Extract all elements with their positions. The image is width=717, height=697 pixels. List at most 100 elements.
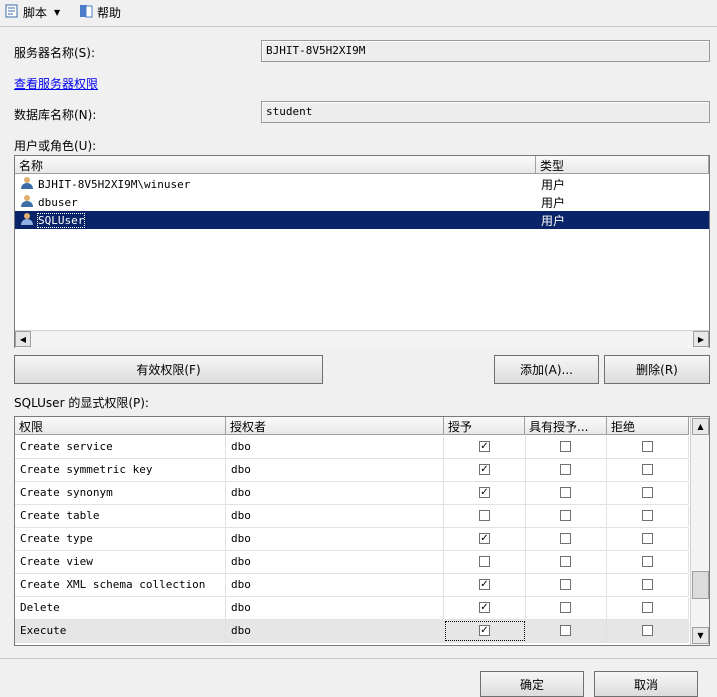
ok-button[interactable]: 确定 <box>480 671 584 697</box>
grant-checkbox[interactable]: ✓ <box>479 602 490 613</box>
permission-row[interactable]: Create XML schema collection dbo ✓ <box>15 574 689 597</box>
permission-row[interactable]: Create type dbo ✓ <box>15 528 689 551</box>
grant-cell <box>444 551 526 573</box>
column-header-grantor[interactable]: 授权者 <box>226 417 444 435</box>
column-header-type[interactable]: 类型 <box>536 156 709 174</box>
deny-checkbox[interactable] <box>642 487 653 498</box>
with-grant-checkbox[interactable] <box>560 602 571 613</box>
permission-row[interactable]: Create symmetric key dbo ✓ <box>15 459 689 482</box>
script-label: 脚本 <box>23 5 48 20</box>
grant-checkbox[interactable] <box>479 510 490 521</box>
permission-name: Create view <box>15 551 226 573</box>
scroll-up-icon[interactable]: ▲ <box>692 418 709 435</box>
permission-row[interactable]: Create service dbo ✓ <box>15 436 689 459</box>
scroll-thumb[interactable] <box>692 571 709 599</box>
deny-checkbox[interactable] <box>642 579 653 590</box>
permission-grantor: dbo <box>226 505 444 527</box>
with-grant-cell <box>525 528 607 550</box>
user-row[interactable]: dbuser 用户 <box>15 193 709 211</box>
database-name-label: 数据库名称(N): <box>14 108 97 122</box>
permission-name: Create type <box>15 528 226 550</box>
grant-cell: ✓ <box>444 574 526 596</box>
add-button[interactable]: 添加(A)... <box>494 355 599 384</box>
permission-grantor: dbo <box>226 528 444 550</box>
deny-cell <box>607 574 689 596</box>
permission-row[interactable]: Create view dbo <box>15 551 689 574</box>
permission-row[interactable]: Execute dbo ✓ <box>15 620 689 643</box>
column-header-with-grant[interactable]: 具有授予... <box>525 417 607 435</box>
column-header-deny[interactable]: 拒绝 <box>607 417 689 435</box>
grant-cell: ✓ <box>444 597 526 619</box>
vertical-scrollbar[interactable]: ▲ ▼ <box>690 417 709 645</box>
remove-button[interactable]: 删除(R) <box>604 355 710 384</box>
column-header-name[interactable]: 名称 <box>15 156 536 174</box>
with-grant-checkbox[interactable] <box>560 441 571 452</box>
horizontal-scrollbar[interactable]: ◀ ▶ <box>15 330 709 348</box>
help-button[interactable]: 帮助 <box>78 3 121 21</box>
grant-checkbox[interactable] <box>479 556 490 567</box>
grant-cell: ✓ <box>444 459 526 481</box>
with-grant-checkbox[interactable] <box>560 556 571 567</box>
cancel-button[interactable]: 取消 <box>594 671 698 697</box>
with-grant-cell <box>525 620 607 642</box>
deny-cell <box>607 597 689 619</box>
with-grant-checkbox[interactable] <box>560 625 571 636</box>
scroll-right-icon[interactable]: ▶ <box>693 331 709 347</box>
view-server-permissions-link[interactable]: 查看服务器权限 <box>14 75 98 92</box>
grant-cell: ✓ <box>444 436 526 458</box>
deny-checkbox[interactable] <box>642 510 653 521</box>
deny-cell <box>607 551 689 573</box>
with-grant-checkbox[interactable] <box>560 579 571 590</box>
permissions-grid[interactable]: 权限 授权者 授予 具有授予... 拒绝 Create service dbo ✓ C… <box>14 416 710 646</box>
deny-checkbox[interactable] <box>642 625 653 636</box>
chevron-down-icon: ▼ <box>54 7 61 17</box>
permission-name: Create synonym <box>15 482 226 504</box>
effective-permissions-button[interactable]: 有效权限(F) <box>14 355 323 384</box>
explicit-permissions-label: SQLUser 的显式权限(P): <box>14 396 149 410</box>
scroll-left-icon[interactable]: ◀ <box>15 331 31 347</box>
column-header-permission[interactable]: 权限 <box>15 417 226 435</box>
user-type: 用户 <box>541 177 566 192</box>
deny-checkbox[interactable] <box>642 533 653 544</box>
permission-grantor: dbo <box>226 459 444 481</box>
with-grant-cell <box>525 597 607 619</box>
deny-checkbox[interactable] <box>642 441 653 452</box>
user-type: 用户 <box>541 195 566 210</box>
column-header-grant[interactable]: 授予 <box>444 417 525 435</box>
grant-checkbox[interactable]: ✓ <box>479 533 490 544</box>
grant-cell: ✓ <box>444 528 526 550</box>
permission-row[interactable]: Create table dbo <box>15 505 689 528</box>
user-icon <box>20 194 36 211</box>
permission-row[interactable]: Delete dbo ✓ <box>15 597 689 620</box>
user-type: 用户 <box>541 213 566 228</box>
scroll-down-icon[interactable]: ▼ <box>692 627 709 644</box>
with-grant-cell <box>525 459 607 481</box>
grant-checkbox[interactable]: ✓ <box>479 441 490 452</box>
grant-checkbox[interactable]: ✓ <box>479 625 490 636</box>
users-roles-list[interactable]: 名称 类型 BJHIT-8V5H2XI9M\winuser 用户 dbuser … <box>14 155 710 348</box>
grant-checkbox[interactable]: ✓ <box>479 487 490 498</box>
grant-checkbox[interactable]: ✓ <box>479 579 490 590</box>
permission-grantor: dbo <box>226 551 444 573</box>
with-grant-checkbox[interactable] <box>560 533 571 544</box>
deny-cell <box>607 505 689 527</box>
permission-name: Create XML schema collection <box>15 574 226 596</box>
with-grant-checkbox[interactable] <box>560 510 571 521</box>
with-grant-checkbox[interactable] <box>560 464 571 475</box>
grant-checkbox[interactable]: ✓ <box>479 464 490 475</box>
permission-name: Create symmetric key <box>15 459 226 481</box>
with-grant-cell <box>525 574 607 596</box>
permission-grantor: dbo <box>226 436 444 458</box>
deny-checkbox[interactable] <box>642 464 653 475</box>
script-menu-button[interactable]: 脚本 ▼ <box>4 3 60 21</box>
user-row[interactable]: BJHIT-8V5H2XI9M\winuser 用户 <box>15 175 709 193</box>
permission-name: Delete <box>15 597 226 619</box>
deny-checkbox[interactable] <box>642 602 653 613</box>
deny-checkbox[interactable] <box>642 556 653 567</box>
server-name-field[interactable]: BJHIT-8V5H2XI9M <box>261 40 710 62</box>
database-name-field[interactable]: student <box>261 101 710 123</box>
permission-grantor: dbo <box>226 620 444 642</box>
user-row-selected[interactable]: SQLUser 用户 <box>15 211 709 229</box>
permission-row[interactable]: Create synonym dbo ✓ <box>15 482 689 505</box>
with-grant-checkbox[interactable] <box>560 487 571 498</box>
